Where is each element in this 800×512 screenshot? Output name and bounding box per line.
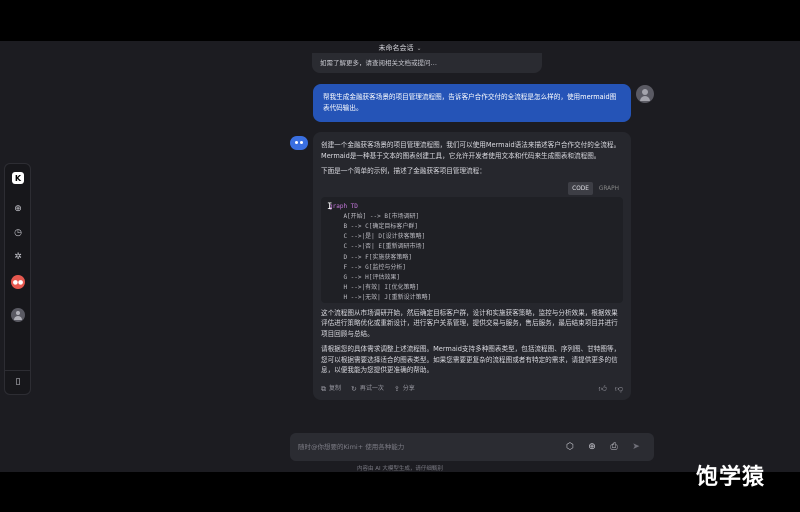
bot-lead: 下面是一个简单的示例，描述了金融获客项目管理流程：: [321, 167, 486, 175]
share-button[interactable]: ⇪ 分享: [394, 384, 415, 395]
cube-icon[interactable]: ⬡: [563, 440, 577, 454]
bot-summary: 这个流程图从市场调研开始，然后确定目标客户群，设计和实施获客策略，监控与分析效果…: [321, 308, 618, 338]
previous-message: 如需了解更多，请查阅相关文档或提问…: [312, 53, 542, 73]
thumbs-up-icon[interactable]: 👍︎: [599, 384, 607, 395]
chat-input-box: ⬡ ⊕ ⎙ ➤: [290, 433, 654, 461]
message-actions: ⧉ 复制 ↻ 再试一次 ⇪ 分享 👍︎ 👎︎: [321, 384, 623, 395]
code-line: graph TD: [329, 202, 358, 210]
copy-icon: ⧉: [321, 384, 326, 393]
code-line: B --> C[确定目标客户群]: [329, 222, 418, 230]
refresh-icon: ↻: [351, 384, 357, 393]
tab-graph[interactable]: GRAPH: [595, 182, 623, 195]
new-chat-icon[interactable]: ⊕: [10, 201, 26, 217]
disclaimer: 内容由 AI 大模型生成，请仔细甄别: [357, 466, 443, 472]
profile-avatar[interactable]: [11, 308, 25, 322]
sidebar: K ⊕ ◷ ✲ ●● ▯: [4, 163, 31, 395]
chevron-down-icon: ⌄: [416, 45, 422, 52]
conversation-title[interactable]: 未命名会话 ⌄: [0, 43, 800, 53]
explore-icon[interactable]: ✲: [10, 249, 26, 265]
retry-button[interactable]: ↻ 再试一次: [351, 384, 384, 395]
user-message: 帮我生成金融获客场景的项目管理流程图，告诉客户合作交付的全流程是怎么样的，使用m…: [313, 84, 631, 122]
code-line: H -->|无效| J[重新设计策略]: [329, 294, 432, 302]
kimi-plus-icon[interactable]: ●●: [11, 275, 25, 289]
copy-button[interactable]: ⧉ 复制: [321, 384, 341, 395]
sidebar-divider: [5, 370, 30, 371]
code-line: C -->|否| E[重新调研市场]: [329, 243, 426, 251]
code-line: A[开始] --> B[市场调研]: [329, 212, 420, 220]
user-avatar: [636, 85, 654, 103]
chat-input[interactable]: [298, 441, 548, 453]
send-icon[interactable]: ➤: [629, 440, 643, 454]
bot-closing: 请根据您的具体需求调整上述流程图。Mermaid支持多种图表类型，包括流程图、序…: [321, 345, 621, 374]
file-upload-icon[interactable]: ⎙: [607, 440, 621, 454]
text-cursor-icon: I: [327, 201, 333, 212]
code-line: C -->|是| D[设计获客策略]: [329, 233, 426, 241]
tab-code[interactable]: CODE: [568, 181, 593, 195]
assistant-message: 创建一个金融获客场景的项目管理流程图，我们可以使用Mermaid语法来描述客户合…: [313, 132, 631, 400]
app-window: 未命名会话 ⌄ 如需了解更多，请查阅相关文档或提问… 帮我生成金融获客场景的项目管…: [0, 41, 800, 472]
globe-icon[interactable]: ⊕: [585, 440, 599, 454]
share-icon: ⇪: [393, 384, 400, 393]
thumbs-down-icon[interactable]: 👎︎: [615, 384, 623, 395]
code-block[interactable]: Igraph TD A[开始] --> B[市场调研] B --> C[确定目标…: [321, 196, 623, 303]
bot-intro: 创建一个金融获客场景的项目管理流程图，我们可以使用Mermaid语法来描述客户合…: [321, 141, 621, 160]
history-icon[interactable]: ◷: [10, 225, 26, 241]
code-line: F --> G[监控与分析]: [329, 263, 406, 271]
mobile-app-icon[interactable]: ▯: [10, 374, 26, 390]
bot-avatar-icon: [290, 136, 308, 150]
app-logo[interactable]: K: [12, 172, 24, 184]
watermark-logo: 饱学猿: [696, 465, 766, 490]
letterbox-bottom: [0, 472, 800, 512]
code-line: D --> F[实施获客策略]: [329, 253, 412, 261]
code-line: G --> H[评估效果]: [329, 273, 400, 281]
code-tabs: CODE GRAPH: [321, 181, 623, 195]
code-line: H -->|有效| I[优化策略]: [329, 284, 420, 292]
